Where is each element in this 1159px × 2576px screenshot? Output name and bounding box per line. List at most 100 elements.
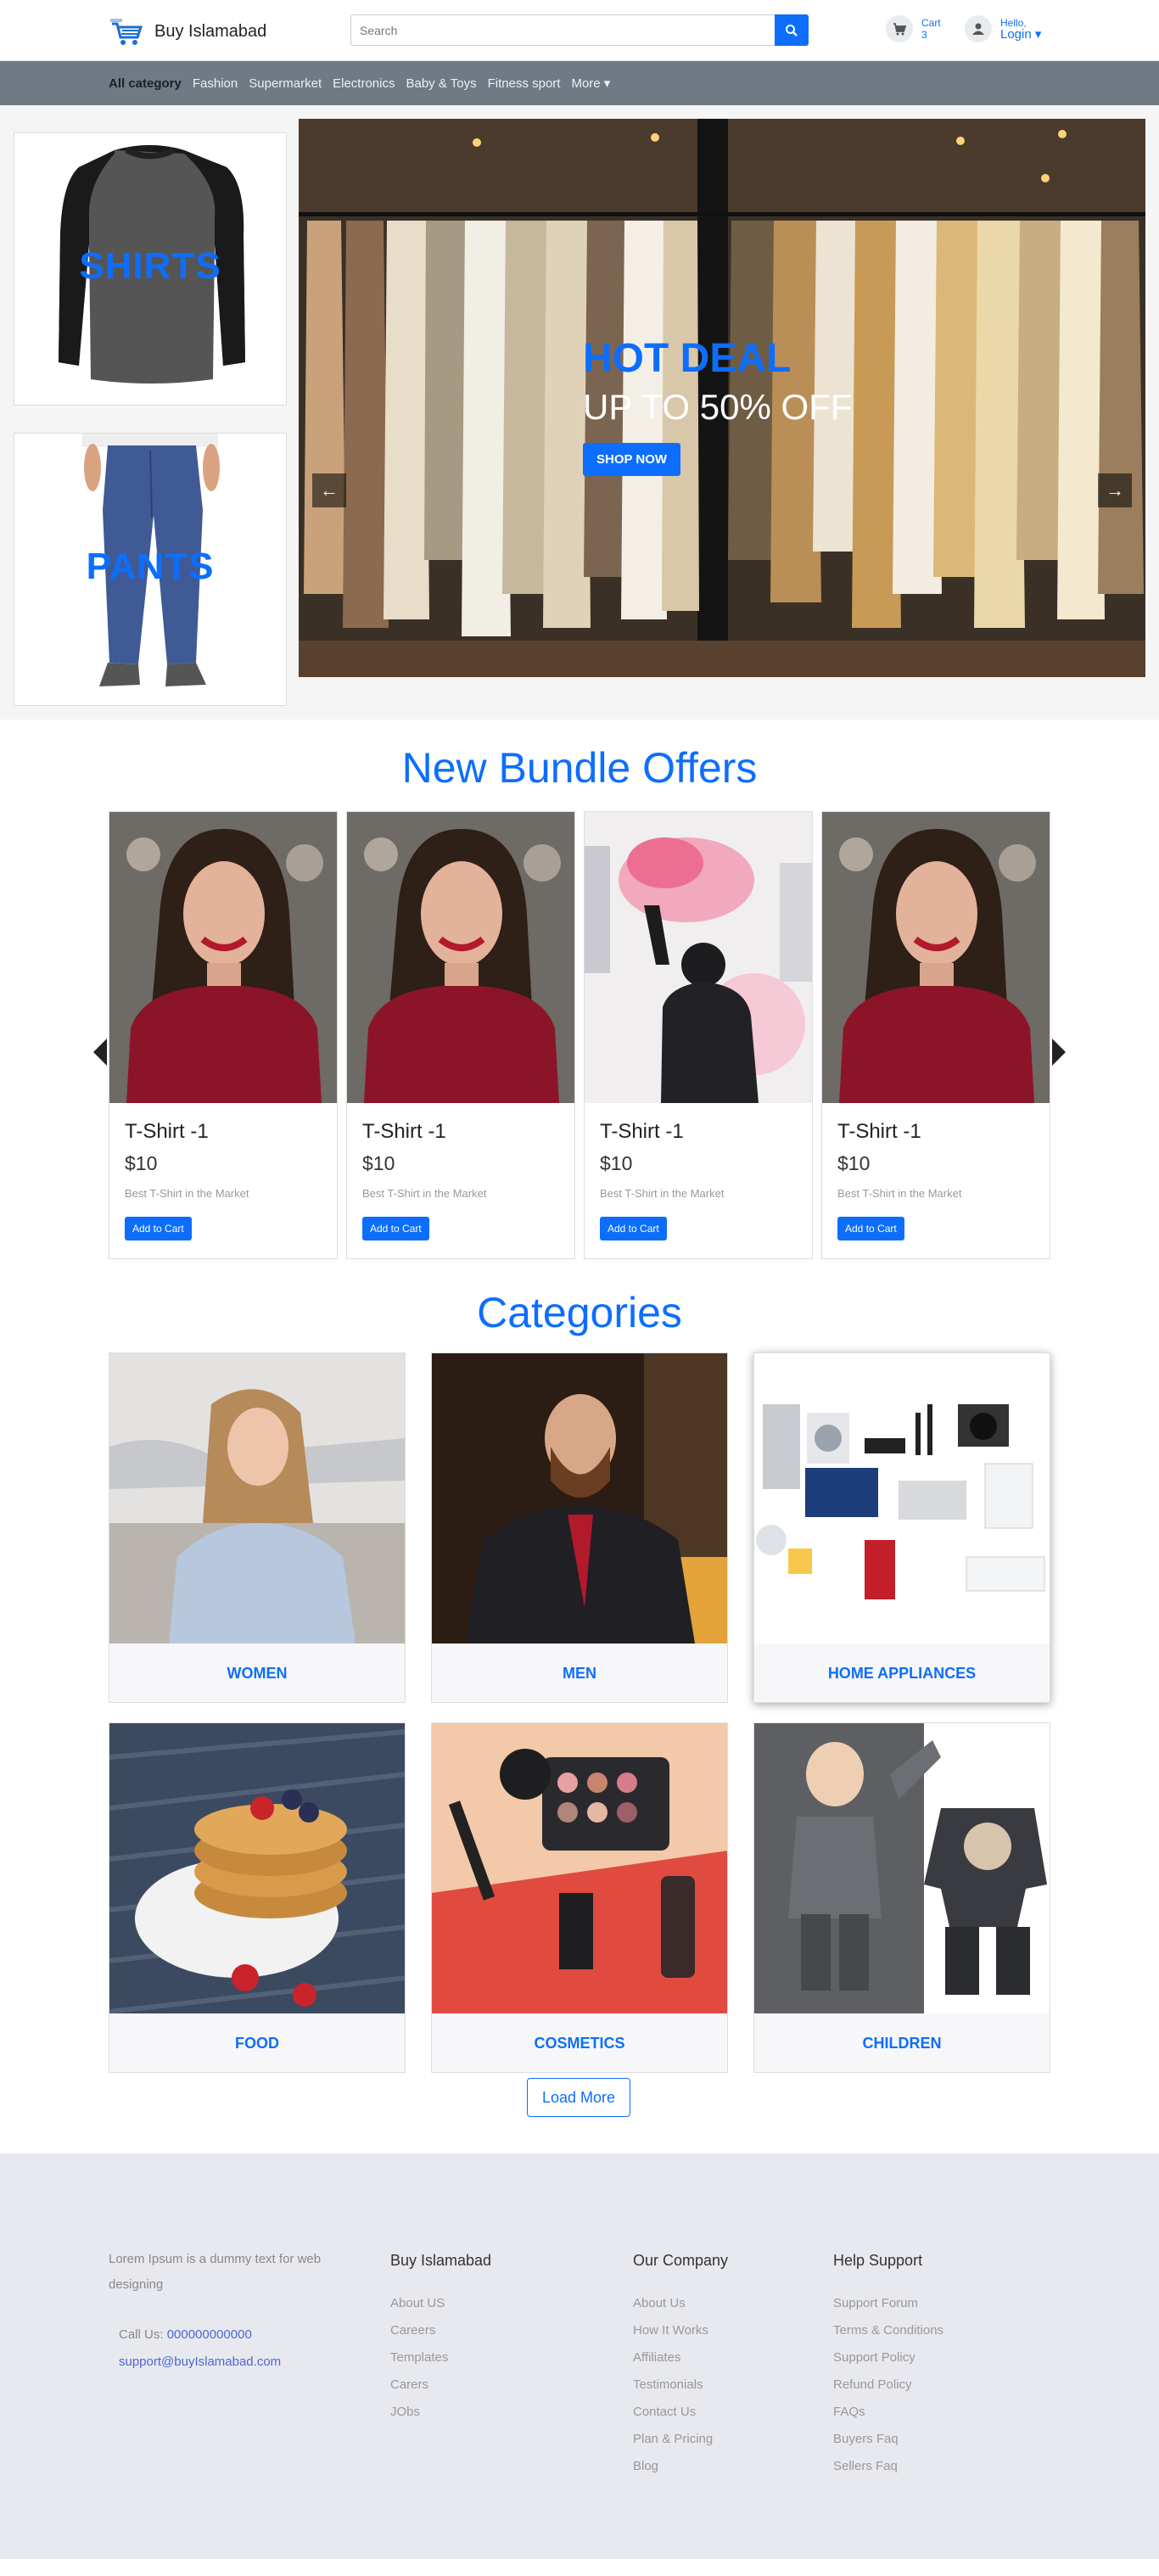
category-card-children[interactable]: CHILDREN xyxy=(753,1722,1050,2073)
nav-electronics[interactable]: Electronics xyxy=(333,76,395,91)
product-image xyxy=(585,812,812,1103)
search-input[interactable] xyxy=(350,14,775,46)
shirts-label: SHIRTS xyxy=(79,245,221,287)
cart-label: Cart xyxy=(921,17,941,29)
category-card-food[interactable]: FOOD xyxy=(109,1722,406,2073)
product-card[interactable]: T-Shirt -1 $10 Best T-Shirt in the Marke… xyxy=(584,811,813,1259)
footer-link[interactable]: Carers xyxy=(390,2372,491,2399)
add-to-cart-button[interactable]: Add to Cart xyxy=(362,1217,429,1240)
nav-supermarket[interactable]: Supermarket xyxy=(249,76,322,91)
shirts-card[interactable]: SHIRTS xyxy=(14,132,287,406)
footer-contact: Call Us: 000000000000 support@buyIslamab… xyxy=(119,2321,281,2376)
footer-link[interactable]: About US xyxy=(390,2290,491,2317)
cart-widget[interactable]: Cart 3 xyxy=(886,15,941,42)
product-name: T-Shirt -1 xyxy=(837,1120,921,1143)
banner-next-button[interactable]: → xyxy=(1098,473,1132,507)
smoke-flare-image xyxy=(585,812,812,1103)
footer-link[interactable]: Sellers Faq xyxy=(833,2453,943,2480)
footer-link[interactable]: Support Forum xyxy=(833,2290,943,2317)
footer-link[interactable]: Buyers Faq xyxy=(833,2426,943,2453)
product-price: $10 xyxy=(125,1152,158,1174)
bundles-title: New Bundle Offers xyxy=(401,744,758,792)
shop-now-button[interactable]: SHOP NOW xyxy=(583,443,681,476)
nav-all-category[interactable]: All category xyxy=(109,76,182,91)
category-card-home-appliances[interactable]: HOME APPLIANCES xyxy=(753,1352,1050,1703)
woman-portrait-image xyxy=(347,812,574,1103)
footer-link[interactable]: Terms & Conditions xyxy=(833,2317,943,2344)
add-to-cart-button[interactable]: Add to Cart xyxy=(125,1217,192,1240)
nav-fitness-sport[interactable]: Fitness sport xyxy=(488,76,561,91)
footer-link[interactable]: JObs xyxy=(390,2399,491,2426)
carousel-prev-icon[interactable] xyxy=(93,1039,107,1066)
search-icon xyxy=(786,24,798,36)
footer-col-title: Our Company xyxy=(633,2252,729,2269)
product-description: Best T-Shirt in the Market xyxy=(600,1187,725,1200)
footer-link[interactable]: FAQs xyxy=(833,2399,943,2426)
call-label: Call Us: xyxy=(119,2327,164,2342)
cosmetics-photo xyxy=(432,1723,727,2013)
categories-title: Categories xyxy=(477,1289,682,1336)
footer-link[interactable]: About Us xyxy=(633,2290,728,2317)
footer-link[interactable]: How It Works xyxy=(633,2317,728,2344)
nav-baby-toys[interactable]: Baby & Toys xyxy=(406,76,476,91)
category-navbar: All category Fashion Supermarket Electro… xyxy=(0,61,1159,105)
footer-col-our-company: Our Company About Us How It Works Affili… xyxy=(633,2252,728,2480)
cart-icon xyxy=(893,22,906,35)
account-widget[interactable]: Hello, Login ▾ xyxy=(965,15,1041,42)
footer-link[interactable]: Plan & Pricing xyxy=(633,2426,728,2453)
login-link[interactable]: Login ▾ xyxy=(1000,28,1041,41)
phone-link[interactable]: 000000000000 xyxy=(167,2327,252,2342)
footer-link[interactable]: Refund Policy xyxy=(833,2372,943,2399)
category-card-men[interactable]: MEN xyxy=(431,1352,728,1703)
children-photo xyxy=(754,1723,1050,2013)
footer-col-title: Help Support xyxy=(833,2252,923,2269)
hero-banner: HOT DEAL UP TO 50% OFF SHOP NOW xyxy=(299,119,1145,677)
banner-prev-button[interactable]: ← xyxy=(312,473,346,507)
nav-fashion[interactable]: Fashion xyxy=(193,76,238,91)
cart-logo-icon xyxy=(110,19,143,45)
arrow-right-icon: → xyxy=(1106,479,1124,501)
footer-link[interactable]: Support Policy xyxy=(833,2344,943,2372)
product-image xyxy=(109,812,337,1103)
woman-portrait-image xyxy=(822,812,1050,1103)
product-description: Best T-Shirt in the Market xyxy=(362,1187,487,1200)
footer-link[interactable]: Testimonials xyxy=(633,2372,728,2399)
category-label: COSMETICS xyxy=(432,2013,727,2072)
add-to-cart-button[interactable]: Add to Cart xyxy=(600,1217,667,1240)
category-card-women[interactable]: WOMEN xyxy=(109,1352,406,1703)
product-card[interactable]: T-Shirt -1 $10 Best T-Shirt in the Marke… xyxy=(346,811,575,1259)
user-icon xyxy=(972,23,984,35)
banner-subtitle: UP TO 50% OFF xyxy=(583,387,853,427)
logo[interactable]: Buy Islamabad xyxy=(109,17,266,46)
woman-portrait-image xyxy=(109,812,337,1103)
banner-text: HOT DEAL UP TO 50% OFF SHOP NOW xyxy=(583,335,852,476)
brand-name: Buy Islamabad xyxy=(154,21,267,41)
footer-link[interactable]: Affiliates xyxy=(633,2344,728,2372)
search-button[interactable] xyxy=(775,14,809,46)
footer-link[interactable]: Templates xyxy=(390,2344,491,2372)
product-name: T-Shirt -1 xyxy=(600,1120,684,1143)
category-image xyxy=(754,1723,1050,2013)
carousel-next-icon[interactable] xyxy=(1052,1039,1066,1066)
site-header: Buy Islamabad Cart 3 xyxy=(0,0,1159,61)
footer-link[interactable]: Blog xyxy=(633,2453,728,2480)
site-footer: Lorem Ipsum is a dummy text for web desi… xyxy=(0,2153,1159,2559)
load-more-button[interactable]: Load More xyxy=(527,2078,630,2117)
footer-link[interactable]: Careers xyxy=(390,2317,491,2344)
pants-label: PANTS xyxy=(86,546,215,587)
footer-about: Lorem Ipsum is a dummy text for web desi… xyxy=(109,2252,322,2292)
category-card-cosmetics[interactable]: COSMETICS xyxy=(431,1722,728,2073)
add-to-cart-button[interactable]: Add to Cart xyxy=(837,1217,904,1240)
food-photo xyxy=(109,1723,405,2013)
category-label: CHILDREN xyxy=(754,2013,1050,2072)
product-card[interactable]: T-Shirt -1 $10 Best T-Shirt in the Marke… xyxy=(109,811,338,1259)
pants-card[interactable]: PANTS xyxy=(14,433,287,706)
bundle-carousel: T-Shirt -1 $10 Best T-Shirt in the Marke… xyxy=(0,792,1159,1263)
email-link[interactable]: support@buyIslamabad.com xyxy=(119,2349,281,2376)
footer-link[interactable]: Contact Us xyxy=(633,2399,728,2426)
men-photo xyxy=(432,1353,727,1644)
nav-more-dropdown[interactable]: More ▾ xyxy=(571,76,610,91)
category-image xyxy=(109,1353,405,1644)
cart-text: Cart 3 xyxy=(921,17,941,41)
product-card[interactable]: T-Shirt -1 $10 Best T-Shirt in the Marke… xyxy=(821,811,1050,1259)
